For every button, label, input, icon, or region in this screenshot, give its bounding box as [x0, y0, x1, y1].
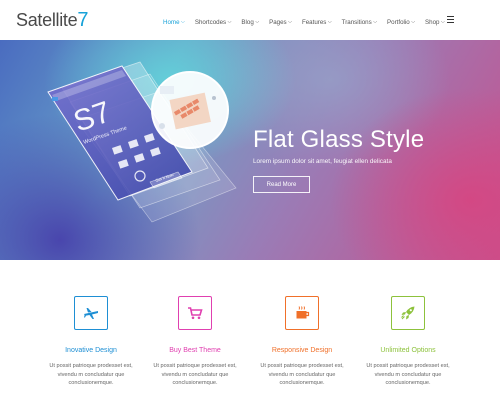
nav-label: Portfolio [387, 18, 410, 26]
nav-item-pages[interactable]: Pages ⌵ [269, 19, 292, 26]
hero-subtitle: Lorem ipsum dolor sit amet, feugiat elle… [253, 158, 392, 165]
feature-text-line: vivendu m concludatur que [374, 371, 442, 378]
feature-text: Ut possit patrioque prodesset est, viven… [353, 362, 463, 388]
feature-text-line: conclusionemque. [385, 380, 431, 387]
feature-text-line: Ut possit patrioque prodesset est, [260, 363, 344, 369]
nav-label: Shortcodes [194, 18, 227, 26]
feature-text: Ut possit patrioque prodesset est, viven… [247, 362, 357, 388]
feature-title: Unlimited Options [380, 347, 436, 354]
logo-name: Satellite [16, 10, 78, 30]
feature-text-line: vivendu m concludatur que [161, 371, 229, 378]
chevron-down-icon: ⌵ [255, 19, 260, 25]
read-more-button[interactable]: Read More [253, 176, 310, 193]
chevron-down-icon: ⌵ [181, 19, 185, 25]
features-section: Inovative Design Ut possit patrioque pro… [0, 260, 500, 400]
nav-label: Features [301, 18, 327, 26]
plane-icon [84, 308, 98, 319]
nav-item-home[interactable]: Home ⌵ [163, 19, 185, 26]
feature-icon-box[interactable] [285, 296, 319, 330]
shopping-cart-icon [188, 307, 203, 320]
chevron-down-icon: ⌵ [327, 19, 332, 25]
nav-label: Transitions [341, 18, 372, 26]
feature-icon-box[interactable] [391, 296, 425, 330]
nav-item-features[interactable]: Features ⌵ [302, 19, 332, 26]
hero-slider: S7 WordPress Theme Get It Now Flat Glass… [0, 40, 500, 260]
nav-label: Blog [241, 18, 254, 26]
main-nav: Home ⌵ Shortcodes ⌵ Blog ⌵ Pages ⌵ Features ⌵… [163, 17, 455, 27]
nav-item-shortcodes[interactable]: Shortcodes ⌵ [195, 19, 232, 26]
feature-text-line: conclusionemque. [68, 380, 114, 387]
device-illustration: S7 WordPress Theme Get It Now [47, 61, 237, 223]
chevron-down-icon: ⌵ [288, 19, 292, 25]
chevron-down-icon: ⌵ [440, 19, 445, 25]
coffee-cup-icon [296, 306, 310, 319]
feature-text-line: vivendu m concludatur que [268, 371, 336, 378]
feature-text: Ut possit patrioque prodesset est, viven… [36, 362, 146, 388]
nav-item-shop[interactable]: Shop ⌵ [425, 19, 445, 26]
feature-icon-box[interactable] [178, 296, 212, 330]
feature-icon-box[interactable] [74, 296, 108, 330]
site-header: Satellite7 Home ⌵ Shortcodes ⌵ Blog ⌵ Pages… [0, 0, 500, 40]
feature-card-inovative-design: Inovative Design Ut possit patrioque pro… [36, 296, 146, 388]
nav-item-portfolio[interactable]: Portfolio ⌵ [387, 19, 415, 26]
feature-card-unlimited-options: Unlimited Options Ut possit patrioque pr… [353, 296, 463, 388]
feature-title: Responsive Design [271, 347, 333, 354]
feature-text: Ut possit patrioque prodesset est, viven… [140, 362, 250, 388]
logo-number: 7 [77, 9, 89, 31]
chevron-down-icon: ⌵ [373, 19, 377, 25]
feature-card-buy-best-theme: Buy Best Theme Ut possit patrioque prode… [140, 296, 250, 388]
nav-label: Home [163, 18, 180, 26]
feature-title: Inovative Design [65, 347, 117, 354]
chevron-down-icon: ⌵ [411, 19, 415, 25]
feature-text-line: Ut possit patrioque prodesset est, [49, 363, 133, 369]
rocket-icon [401, 306, 415, 320]
chevron-down-icon: ⌵ [227, 19, 232, 25]
feature-text-line: Ut possit patrioque prodesset est, [366, 363, 450, 369]
feature-text-line: conclusionemque. [172, 380, 218, 387]
hamburger-icon[interactable] [447, 16, 454, 23]
feature-card-responsive-design: Responsive Design Ut possit patrioque pr… [247, 296, 357, 388]
nav-item-transitions[interactable]: Transitions ⌵ [342, 19, 377, 26]
nav-label: Pages [269, 18, 287, 26]
feature-text-line: vivendu m concludatur que [57, 371, 125, 378]
nav-item-blog[interactable]: Blog ⌵ [241, 19, 259, 26]
hero-title: Flat Glass Style [253, 126, 425, 153]
feature-text-line: Ut possit patrioque prodesset est, [153, 363, 237, 369]
feature-text-line: conclusionemque. [279, 380, 325, 387]
nav-label: Shop [425, 18, 440, 26]
page: Satellite7 Home ⌵ Shortcodes ⌵ Blog ⌵ Pages… [0, 0, 500, 400]
site-logo[interactable]: Satellite7 [16, 9, 88, 32]
feature-title: Buy Best Theme [169, 347, 221, 354]
